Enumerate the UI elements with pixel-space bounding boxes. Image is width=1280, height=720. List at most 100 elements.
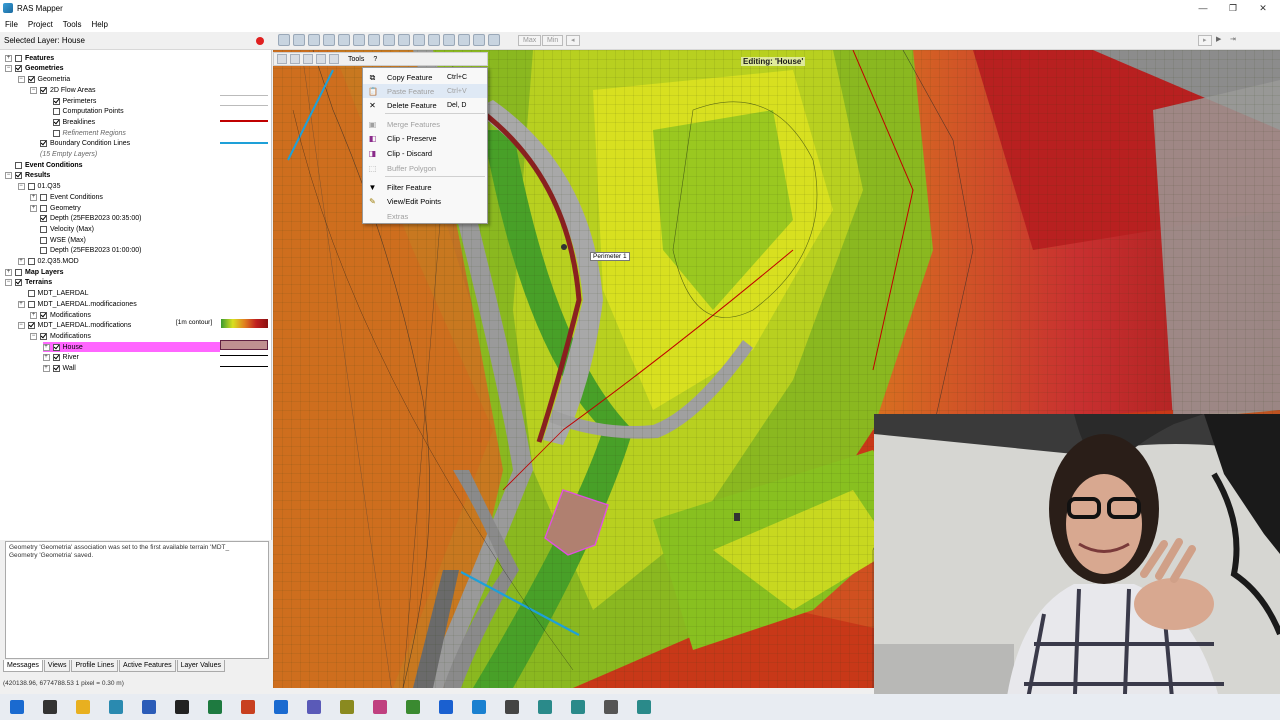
layer-checkbox[interactable] bbox=[52, 118, 60, 126]
collapse-icon[interactable]: − bbox=[17, 322, 25, 330]
collapse-icon[interactable]: − bbox=[5, 172, 12, 180]
app-icon[interactable] bbox=[339, 700, 354, 714]
layer-checkbox[interactable] bbox=[15, 65, 22, 73]
tab-active-features[interactable]: Active Features bbox=[118, 660, 176, 672]
teams-icon[interactable] bbox=[306, 700, 321, 714]
collapse-icon[interactable]: − bbox=[5, 65, 12, 73]
powerpoint-icon[interactable] bbox=[240, 700, 255, 714]
forward-arrow-icon[interactable] bbox=[383, 34, 395, 46]
pointer-icon[interactable] bbox=[278, 34, 290, 46]
tree-item[interactable]: MDT_LAERDAL bbox=[18, 288, 88, 299]
layer-checkbox[interactable] bbox=[15, 279, 22, 287]
expand-icon[interactable]: + bbox=[42, 365, 50, 373]
table-icon[interactable] bbox=[473, 34, 485, 46]
tree-item[interactable]: − Results bbox=[5, 171, 50, 182]
layer-checkbox[interactable] bbox=[52, 97, 60, 105]
slider-left-icon[interactable]: ◂ bbox=[566, 35, 580, 46]
loop-icon[interactable]: ⇥ bbox=[1226, 35, 1240, 46]
app2-icon[interactable] bbox=[504, 700, 519, 714]
start-icon[interactable] bbox=[9, 700, 24, 714]
menu-item-clip-discard[interactable]: ◨ Clip - Discard bbox=[363, 146, 487, 160]
layers-icon[interactable] bbox=[458, 34, 470, 46]
layer-checkbox[interactable] bbox=[40, 193, 47, 201]
settings-icon[interactable] bbox=[603, 700, 618, 714]
layer-checkbox[interactable] bbox=[27, 300, 35, 308]
layer-checkbox[interactable] bbox=[27, 290, 35, 298]
tree-item[interactable]: − Geometria bbox=[17, 74, 70, 85]
edge-icon[interactable] bbox=[471, 700, 486, 714]
tree-item[interactable]: − Geometries bbox=[5, 64, 64, 75]
menu-tools[interactable]: Tools bbox=[58, 20, 87, 29]
tree-item[interactable]: + Event Conditions bbox=[30, 192, 103, 203]
layer-checkbox[interactable] bbox=[40, 247, 47, 255]
tab-messages[interactable]: Messages bbox=[3, 660, 43, 672]
tab-views[interactable]: Views bbox=[43, 660, 71, 672]
chrome-icon[interactable] bbox=[405, 700, 420, 714]
layer-checkbox[interactable] bbox=[40, 140, 47, 148]
tree-item[interactable]: +02.Q35.MOD bbox=[17, 256, 79, 267]
layer-checkbox[interactable] bbox=[40, 332, 47, 340]
tree-item[interactable]: + Wall bbox=[42, 363, 76, 374]
menu-help[interactable]: Help bbox=[86, 20, 112, 29]
menu-item-filter-feature[interactable]: ▼ Filter Feature bbox=[363, 180, 487, 194]
menu-item-delete-feature[interactable]: ✕ Delete Feature Del, D bbox=[363, 98, 487, 112]
undo-icon[interactable] bbox=[303, 54, 313, 64]
zoom-out-icon[interactable] bbox=[338, 34, 350, 46]
expand-icon[interactable]: + bbox=[17, 258, 25, 266]
min-button[interactable]: Min bbox=[542, 35, 564, 46]
layer-checkbox[interactable] bbox=[15, 268, 22, 276]
layer-checkbox[interactable] bbox=[40, 311, 47, 319]
collapse-icon[interactable]: − bbox=[17, 76, 25, 84]
layer-checkbox[interactable] bbox=[52, 129, 60, 137]
outlook-icon[interactable] bbox=[273, 700, 288, 714]
menu-item-view-edit-points[interactable]: ✎ View/Edit Points bbox=[363, 194, 487, 208]
menu-item-copy-feature[interactable]: ⧉ Copy Feature Ctrl+C bbox=[363, 70, 487, 84]
tab-layer-values[interactable]: Layer Values bbox=[176, 660, 225, 672]
camera-icon[interactable] bbox=[488, 34, 500, 46]
menu-item-merge-features[interactable]: ▣ Merge Features bbox=[363, 117, 487, 131]
tree-item[interactable]: Velocity (Max) bbox=[30, 224, 94, 235]
hec-ras-icon[interactable] bbox=[537, 700, 552, 714]
layer-checkbox[interactable] bbox=[40, 215, 47, 223]
close-icon[interactable]: ✕ bbox=[1248, 0, 1278, 16]
max-button[interactable]: Max bbox=[518, 35, 542, 46]
menu-item-buffer-polygon[interactable]: ⬚ Buffer Polygon bbox=[363, 161, 487, 175]
dropbox-icon[interactable] bbox=[438, 700, 453, 714]
help-button[interactable]: ? bbox=[373, 56, 377, 63]
file-explorer-icon[interactable] bbox=[75, 700, 90, 714]
edit-select-icon[interactable] bbox=[290, 54, 300, 64]
layer-checkbox[interactable] bbox=[52, 343, 60, 351]
slider-right-icon[interactable]: ▸ bbox=[1198, 35, 1212, 46]
expand-icon[interactable]: + bbox=[30, 204, 37, 212]
full-extent-icon[interactable] bbox=[353, 34, 365, 46]
layer-checkbox[interactable] bbox=[27, 322, 35, 330]
layer-checkbox[interactable] bbox=[27, 183, 35, 191]
tree-item[interactable]: − Modifications bbox=[30, 331, 91, 342]
edit-pointer-icon[interactable] bbox=[277, 54, 287, 64]
hec-ras-mapper-icon[interactable] bbox=[570, 700, 585, 714]
tree-item[interactable]: − Terrains bbox=[5, 278, 52, 289]
back-arrow-icon[interactable] bbox=[368, 34, 380, 46]
measure-icon[interactable] bbox=[398, 34, 410, 46]
draw-icon[interactable] bbox=[329, 54, 339, 64]
tools-dropdown[interactable]: Tools bbox=[348, 56, 364, 63]
record-icon[interactable] bbox=[256, 37, 264, 45]
collapse-icon[interactable]: − bbox=[17, 183, 25, 191]
hec-ras-2-icon[interactable] bbox=[636, 700, 651, 714]
menu-file[interactable]: File bbox=[0, 20, 23, 29]
play-icon[interactable]: ▶ bbox=[1212, 35, 1225, 46]
expand-icon[interactable]: + bbox=[5, 54, 12, 62]
expand-icon[interactable]: + bbox=[17, 300, 25, 308]
layer-checkbox[interactable] bbox=[40, 86, 47, 94]
minimize-icon[interactable]: — bbox=[1188, 0, 1218, 16]
tree-item[interactable]: Event Conditions bbox=[5, 160, 83, 171]
expand-icon[interactable]: + bbox=[42, 343, 50, 351]
layer-checkbox[interactable] bbox=[15, 172, 22, 180]
collapse-icon[interactable]: − bbox=[30, 86, 37, 94]
layer-checkbox[interactable] bbox=[27, 76, 35, 84]
tree-item[interactable]: − MDT_LAERDAL.modifications bbox=[17, 321, 131, 332]
tree-item[interactable]: + River bbox=[42, 353, 79, 364]
layer-checkbox[interactable] bbox=[40, 236, 47, 244]
menu-item-extras[interactable]: Extras bbox=[363, 209, 487, 223]
ruler-icon[interactable] bbox=[413, 34, 425, 46]
